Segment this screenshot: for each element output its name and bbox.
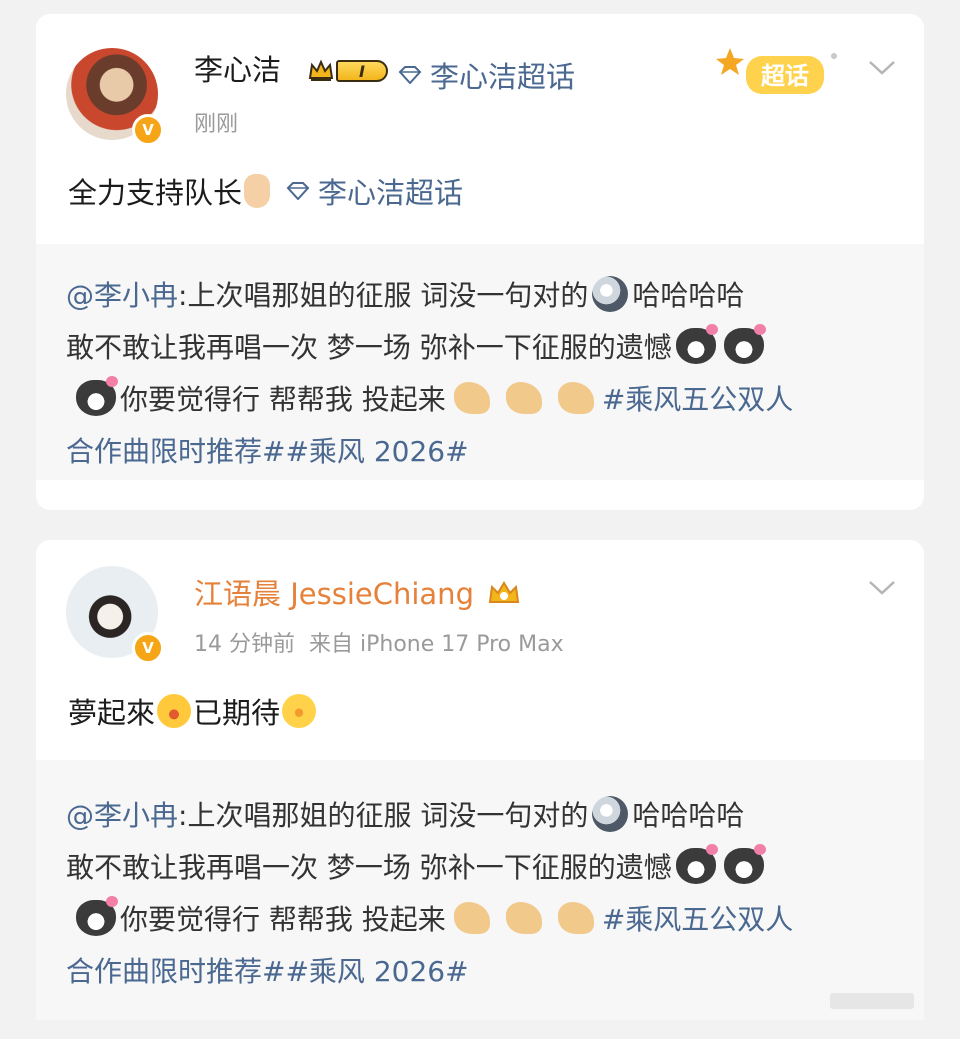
crown-icon: [308, 59, 334, 81]
level-label: I: [336, 60, 388, 82]
repost-hashtag[interactable]: #乘风五公双人: [602, 898, 793, 938]
muscle-emoji-icon: [557, 902, 594, 934]
diamond-icon: [398, 66, 422, 84]
post-text-body: 已期待: [193, 696, 281, 730]
muscle-emoji-icon: [505, 382, 542, 414]
muscle-emoji-icon: [453, 382, 490, 414]
post-text-body: 夢起來: [68, 696, 156, 730]
finger-heart-emoji-icon: [244, 174, 271, 208]
post-text-topic-link[interactable]: 李心洁超话: [286, 170, 463, 212]
repost-text: 敢不敢让我再唱一次 梦一场 弥补一下征服的遗憾: [66, 331, 672, 364]
member-level-badge[interactable]: I: [308, 58, 390, 84]
repost-line-2: 敢不敢让我再唱一次 梦一场 弥补一下征服的遗憾: [66, 324, 768, 366]
dog-emoji-icon: [592, 276, 629, 312]
repost-text: :上次唱那姐的征服 词没一句对的: [178, 279, 589, 312]
post-time: 刚刚: [194, 112, 239, 137]
post-card-1: V 李心洁 I 李心洁超话 超话 刚刚 全力支持队长 李心洁超话 @李小冉:上…: [36, 14, 924, 510]
supertopic-link-label: 李心洁超话: [430, 60, 576, 94]
repost-line-4[interactable]: 合作曲限时推荐##乘风 2026#: [66, 950, 469, 990]
supertopic-badge-label: 超话: [761, 63, 809, 90]
repost-hashtag[interactable]: #乘风五公双人: [602, 378, 793, 418]
chevron-down-icon[interactable]: [868, 580, 896, 596]
post-text-topic-label: 李心洁超话: [318, 176, 464, 210]
author-name[interactable]: 李心洁: [194, 56, 281, 85]
love-face-emoji-icon: [157, 694, 192, 728]
watermark-icon: [830, 993, 914, 1009]
repost-line-2: 敢不敢让我再唱一次 梦一场 弥补一下征服的遗憾: [66, 844, 768, 886]
repost-line-3: 你要觉得行 帮帮我 投起来 #乘风五公双人: [72, 896, 793, 938]
muscle-emoji-icon: [557, 382, 594, 414]
repost-text: 你要觉得行 帮帮我 投起来: [120, 383, 446, 416]
repost-line-1: @李小冉 :上次唱那姐的征服 词没一句对的 哈哈哈哈: [66, 274, 744, 314]
muscle-emoji-icon: [505, 902, 542, 934]
repost-line-4[interactable]: 合作曲限时推荐##乘风 2026#: [66, 430, 469, 470]
muscle-emoji-icon: [453, 902, 490, 934]
cat-emoji-icon: [76, 896, 118, 936]
supertopic-badge[interactable]: 超话: [716, 42, 846, 106]
repost-text: 哈哈哈哈: [632, 279, 745, 312]
post-text: 全力支持队长 李心洁超话: [68, 170, 463, 212]
cat-emoji-icon: [76, 376, 118, 416]
repost-block[interactable]: @李小冉 :上次唱那姐的征服 词没一句对的 哈哈哈哈 敢不敢让我再唱一次 梦一场…: [36, 760, 924, 1020]
cat-emoji-icon: [723, 324, 766, 364]
repost-line-3: 你要觉得行 帮帮我 投起来 #乘风五公双人: [72, 376, 793, 418]
verified-icon: V: [132, 632, 164, 664]
supertopic-link[interactable]: 李心洁超话: [398, 54, 575, 96]
post-card-2: V 江语晨 JessieChiang 14 分钟前 来自 iPhone 17 Pr…: [36, 540, 924, 1020]
cat-emoji-icon: [675, 324, 718, 364]
author-name-label: 江语晨 JessieChiang: [194, 577, 474, 611]
cat-emoji-icon: [675, 844, 718, 884]
post-meta: 14 分钟前 来自 iPhone 17 Pro Max: [194, 626, 564, 658]
repost-text: 哈哈哈哈: [632, 799, 745, 832]
repost-line-1: @李小冉 :上次唱那姐的征服 词没一句对的 哈哈哈哈: [66, 794, 744, 834]
post-time: 14 分钟前: [194, 632, 295, 657]
cat-emoji-icon: [723, 844, 766, 884]
repost-text: :上次唱那姐的征服 词没一句对的: [178, 799, 589, 832]
tears-of-joy-emoji-icon: [282, 694, 317, 728]
verified-icon: V: [132, 114, 164, 146]
diamond-icon: [286, 182, 310, 200]
post-text-body: 全力支持队长: [68, 176, 243, 210]
crown-icon: [489, 581, 520, 603]
repost-text: 敢不敢让我再唱一次 梦一场 弥补一下征服的遗憾: [66, 851, 672, 884]
repost-text: 你要觉得行 帮帮我 投起来: [120, 903, 446, 936]
repost-mention[interactable]: @李小冉: [66, 274, 178, 314]
chevron-down-icon[interactable]: [868, 60, 896, 76]
repost-block[interactable]: @李小冉 :上次唱那姐的征服 词没一句对的 哈哈哈哈 敢不敢让我再唱一次 梦一场…: [36, 244, 924, 480]
post-text: 夢起來 已期待: [68, 690, 318, 732]
repost-mention[interactable]: @李小冉: [66, 794, 178, 834]
author-name[interactable]: 江语晨 JessieChiang: [194, 578, 521, 609]
dog-emoji-icon: [592, 796, 629, 832]
post-source: 来自 iPhone 17 Pro Max: [309, 632, 564, 657]
